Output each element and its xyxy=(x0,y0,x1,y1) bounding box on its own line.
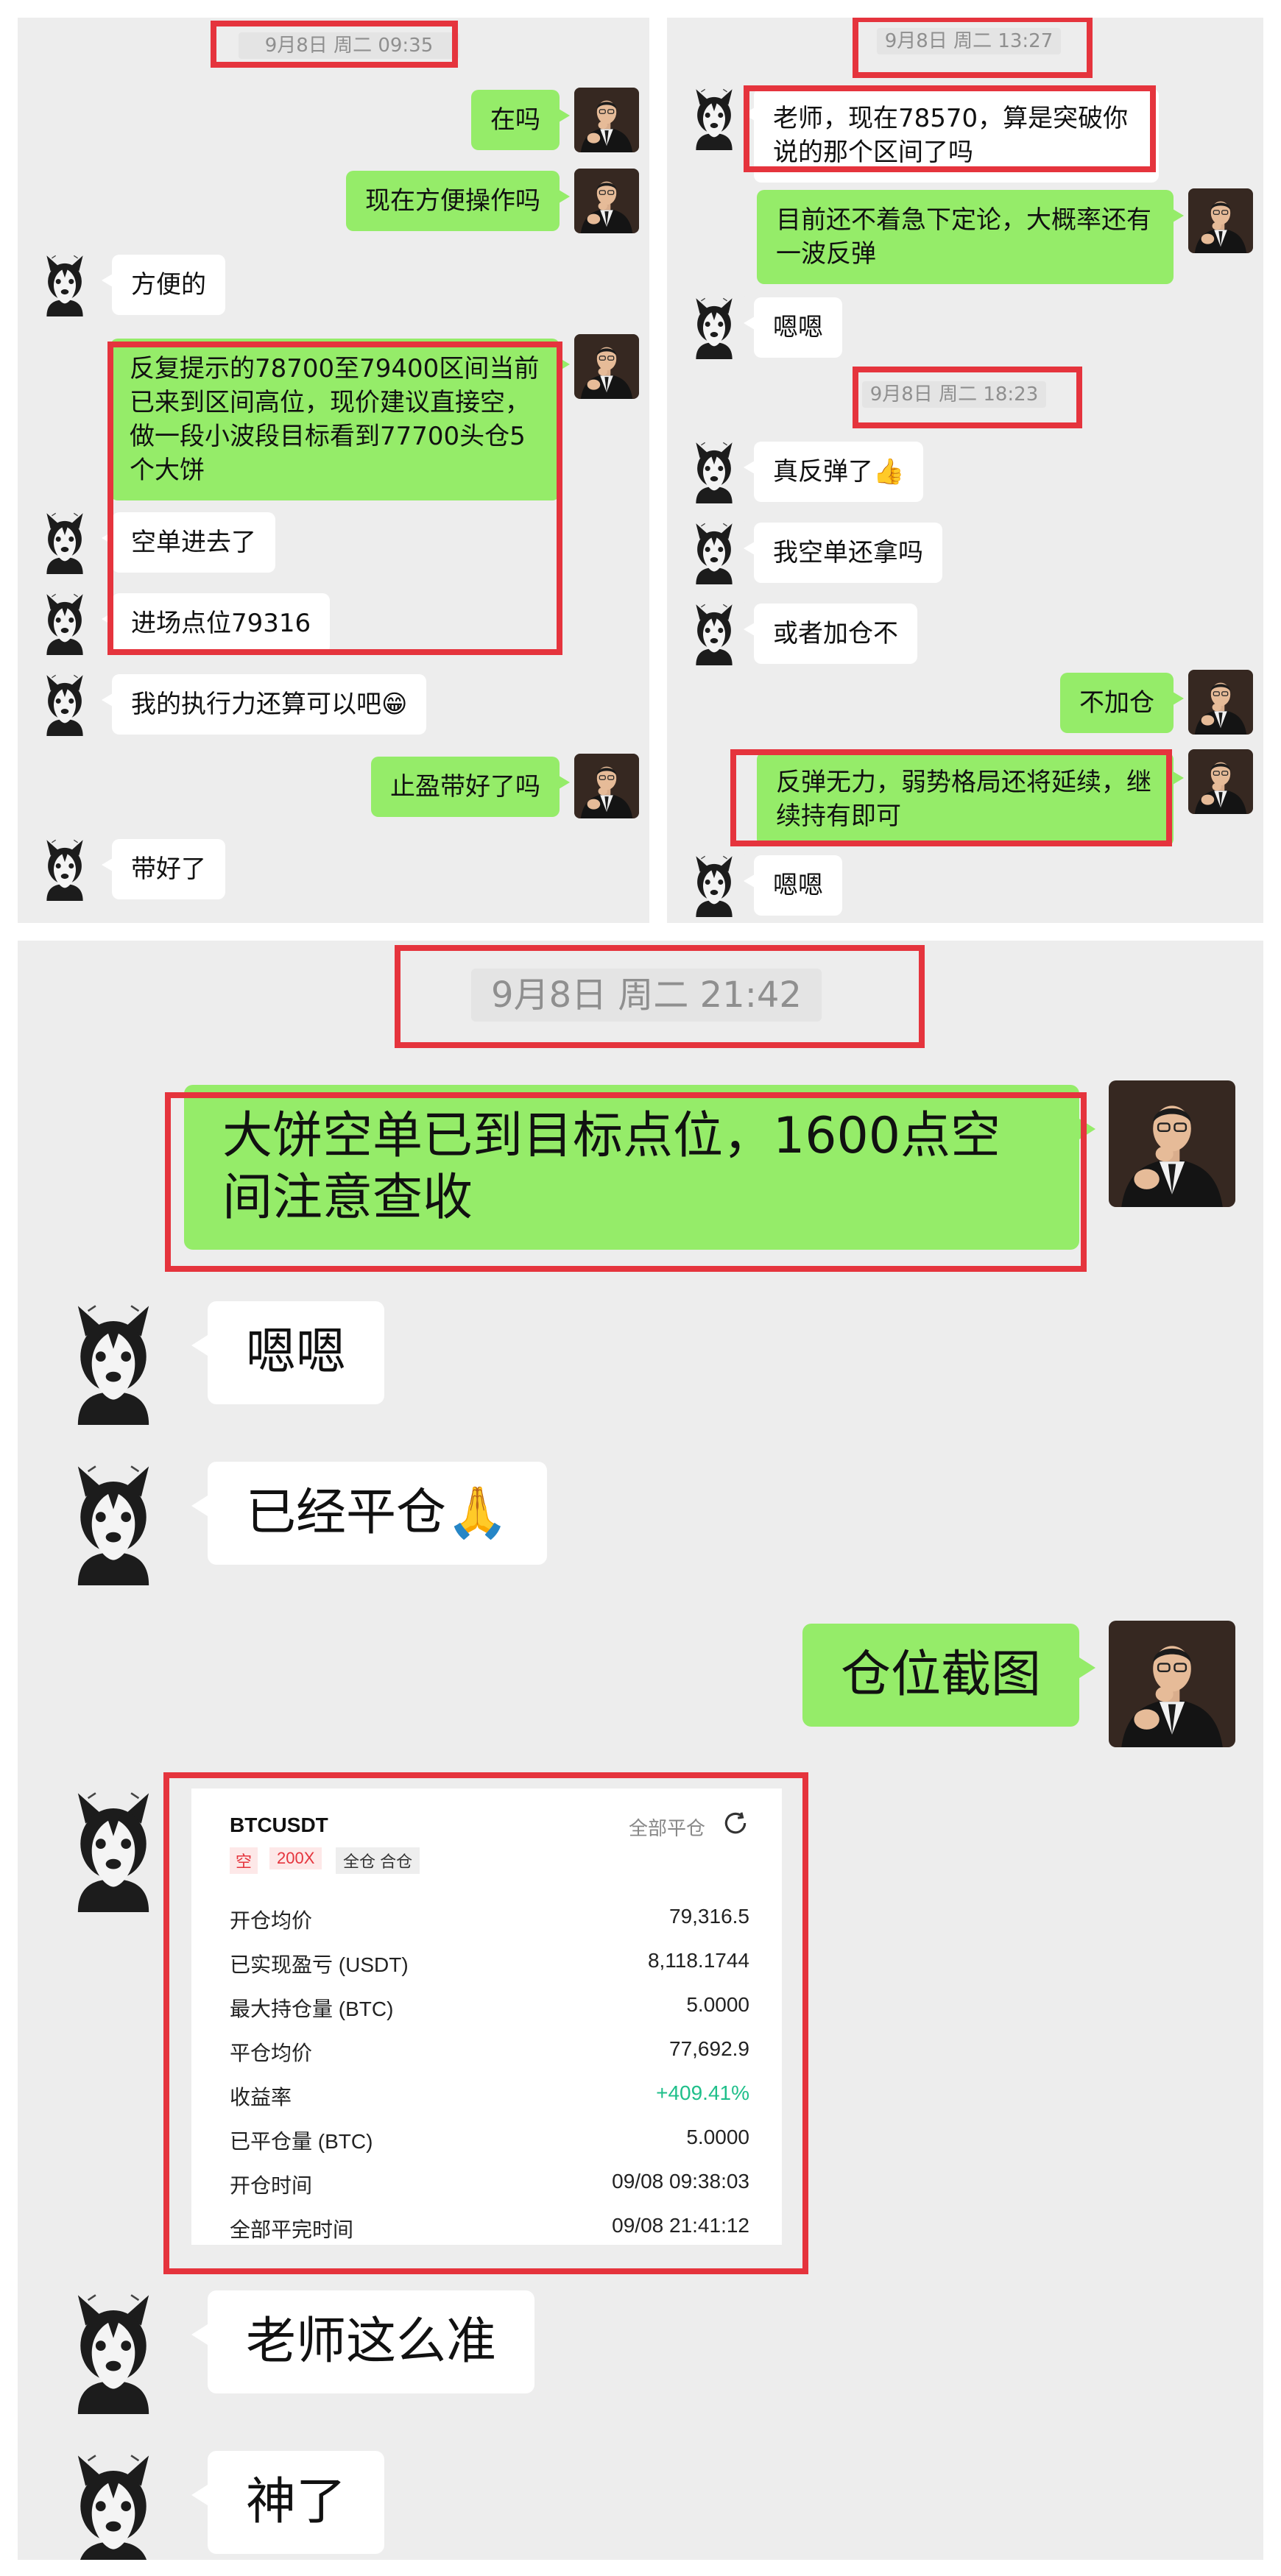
teacher-avatar[interactable] xyxy=(574,88,639,152)
teacher-avatar[interactable] xyxy=(1109,1621,1235,1747)
message-bubble[interactable]: 空单进去了 xyxy=(102,512,275,573)
teacher-avatar[interactable] xyxy=(574,754,639,818)
teacher-avatar[interactable] xyxy=(1188,749,1253,814)
timestamp: 9月8日 周二 09:35 xyxy=(239,32,459,59)
card-row-realized-pnl: 已实现盈亏 (USDT) 8,118.1744 xyxy=(230,1949,749,1976)
dog-avatar[interactable] xyxy=(50,1786,177,1912)
dog-avatar[interactable] xyxy=(50,1459,177,1585)
card-row-closed-amount: 已平仓量 (BTC) 5.0000 xyxy=(230,2126,749,2153)
teacher-avatar[interactable] xyxy=(1109,1080,1235,1207)
message-bubble[interactable]: 已经平仓🙏 xyxy=(191,1462,547,1565)
dog-avatar[interactable] xyxy=(682,85,747,150)
dog-avatar[interactable] xyxy=(682,601,747,665)
margin-mode-tag: 全仓 合仓 xyxy=(336,1847,420,1874)
timestamp: 9月8日 周二 13:27 xyxy=(877,28,1061,54)
dog-avatar[interactable] xyxy=(682,520,747,584)
close-all-button[interactable]: 全部平仓 xyxy=(629,1814,705,1841)
dog-avatar[interactable] xyxy=(682,852,747,917)
message-bubble[interactable]: 神了 xyxy=(191,2451,385,2554)
message-bubble[interactable]: 进场点位79316 xyxy=(101,593,331,654)
message-bubble[interactable]: 嗯嗯 xyxy=(744,297,842,358)
timestamp: 9月8日 周二 18:23 xyxy=(862,381,1046,408)
share-icon[interactable] xyxy=(721,1809,749,1837)
chat-panel-afternoon: 9月8日 周二 13:27 老师，现在78570，算是突破你说的那个区间了吗 目… xyxy=(667,18,1263,923)
card-row-close-time: 全部平完时间 09/08 21:41:12 xyxy=(230,2214,749,2241)
card-row-open-time: 开仓时间 09/08 09:38:03 xyxy=(230,2170,749,2197)
message-bubble[interactable]: 目前还不着急下定论，大概率还有一波反弹 xyxy=(757,190,1184,284)
teacher-avatar[interactable] xyxy=(574,169,639,233)
message-bubble[interactable]: 嗯嗯 xyxy=(191,1301,385,1404)
chat-panel-evening: 9月8日 周二 21:42 大饼空单已到目标点位，1600点空间注意查收 嗯嗯 … xyxy=(18,941,1263,2560)
message-bubble[interactable]: 或者加仓不 xyxy=(744,604,917,664)
message-bubble[interactable]: 现在方便操作吗 xyxy=(346,171,570,231)
dog-avatar[interactable] xyxy=(32,509,97,574)
dog-avatar[interactable] xyxy=(682,294,747,359)
message-bubble[interactable]: 我的执行力还算可以吧😁 xyxy=(101,674,427,735)
card-row-max-position: 最大持仓量 (BTC) 5.0000 xyxy=(230,1993,749,2020)
message-bubble[interactable]: 老师，现在78570，算是突破你说的那个区间了吗 xyxy=(744,88,1159,183)
leverage-tag: 200X xyxy=(269,1847,322,1869)
message-bubble[interactable]: 嗯嗯 xyxy=(744,855,842,916)
card-row-close-price: 平仓均价 77,692.9 xyxy=(230,2037,749,2064)
timestamp: 9月8日 周二 21:42 xyxy=(471,969,822,1022)
symbol-label: BTCUSDT xyxy=(230,1814,328,1836)
position-screenshot-card[interactable]: BTCUSDT 全部平仓 空 200X 全仓 合仓 开仓均价 79,316.5 已… xyxy=(191,1788,782,2245)
dog-avatar[interactable] xyxy=(50,2448,177,2560)
message-bubble[interactable]: 在吗 xyxy=(471,90,570,150)
message-bubble[interactable]: 方便的 xyxy=(102,255,225,315)
message-bubble[interactable]: 反复提示的78700至79400区间当前已来到区间高位，现价建议直接空，做一段小… xyxy=(110,339,570,500)
dog-avatar[interactable] xyxy=(32,836,97,901)
message-bubble[interactable]: 老师这么准 xyxy=(191,2290,535,2393)
dog-avatar[interactable] xyxy=(32,590,97,655)
chat-panel-morning: 9月8日 周二 09:35 在吗 现在方便操作吗 方便的 反复提示的78700至… xyxy=(18,18,649,923)
card-row-return-rate: 收益率 +409.41% xyxy=(230,2081,749,2109)
dog-avatar[interactable] xyxy=(682,439,747,503)
dog-avatar[interactable] xyxy=(50,2287,177,2414)
side-tag: 空 xyxy=(230,1847,258,1874)
message-bubble[interactable]: 不加仓 xyxy=(1060,673,1184,733)
teacher-avatar[interactable] xyxy=(1188,188,1253,253)
message-bubble[interactable]: 带好了 xyxy=(102,839,225,899)
teacher-avatar[interactable] xyxy=(1188,670,1253,735)
dog-avatar[interactable] xyxy=(50,1298,177,1425)
message-bubble[interactable]: 真反弹了👍 xyxy=(743,442,924,502)
dog-avatar[interactable] xyxy=(32,252,97,316)
card-row-open-price: 开仓均价 79,316.5 xyxy=(230,1905,749,1932)
teacher-avatar[interactable] xyxy=(574,334,639,399)
message-bubble[interactable]: 我空单还拿吗 xyxy=(744,523,942,583)
message-bubble[interactable]: 大饼空单已到目标点位，1600点空间注意查收 xyxy=(184,1085,1095,1250)
message-bubble[interactable]: 仓位截图 xyxy=(802,1624,1096,1727)
message-bubble[interactable]: 止盈带好了吗 xyxy=(371,757,570,817)
dog-avatar[interactable] xyxy=(32,671,97,736)
message-bubble[interactable]: 反弹无力，弱势格局还将延续，继续持有即可 xyxy=(757,752,1184,846)
